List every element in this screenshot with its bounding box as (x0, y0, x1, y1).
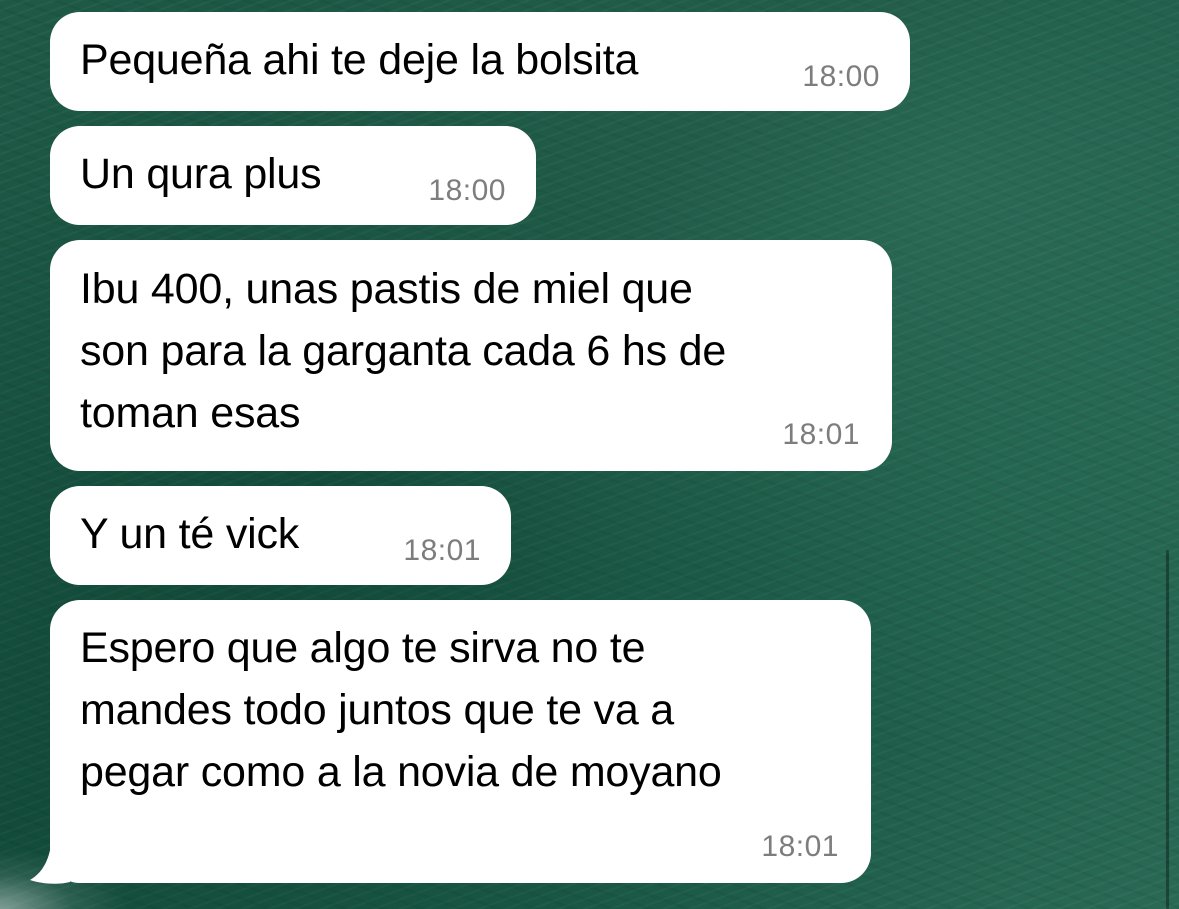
message-text: Y un té vick (80, 510, 300, 558)
message-bubble[interactable]: Pequeña ahi te deje la bolsita 18:00 (50, 12, 910, 111)
message-text: Espero que algo te sirva no te mandes to… (80, 624, 722, 796)
message-timestamp: 18:01 (761, 830, 839, 863)
message-text: Pequeña ahi te deje la bolsita (80, 36, 639, 84)
message-text: Un qura plus (80, 150, 322, 198)
message-bubble[interactable]: Espero que algo te sirva no te mandes to… (50, 600, 871, 883)
scroll-indicator[interactable] (1166, 550, 1169, 909)
message-bubble[interactable]: Ibu 400, unas pastis de miel que son par… (50, 240, 892, 471)
message-timestamp: 18:00 (802, 60, 880, 93)
message-timestamp: 18:00 (428, 174, 506, 207)
message-bubble[interactable]: Y un té vick 18:01 (50, 486, 511, 585)
message-timestamp: 18:01 (403, 534, 481, 567)
message-timestamp: 18:01 (782, 418, 860, 451)
message-bubble[interactable]: Un qura plus 18:00 (50, 126, 536, 225)
message-text: Ibu 400, unas pastis de miel que son par… (80, 265, 727, 437)
